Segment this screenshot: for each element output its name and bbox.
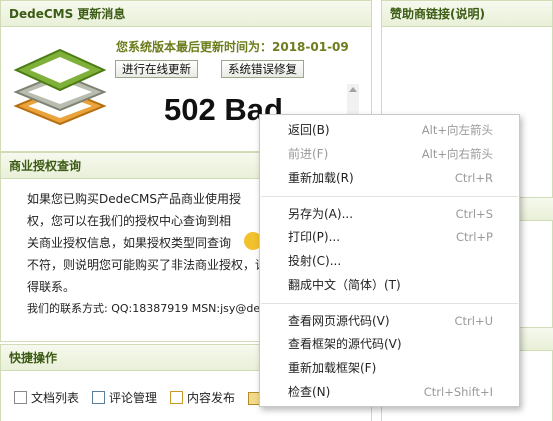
quick-doc-list-label: 文档列表: [31, 391, 80, 405]
license-line: 得联系。: [27, 280, 76, 294]
menu-translate[interactable]: 翻成中文（简体）(T): [260, 274, 519, 297]
menu-separator: [261, 303, 518, 304]
menu-print[interactable]: 打印(P)... Ctrl+P: [260, 226, 519, 249]
sponsor-panel-title: 赞助商链接(说明): [382, 1, 552, 27]
quick-content-publish[interactable]: 内容发布: [170, 389, 235, 406]
comment-icon: [92, 391, 105, 404]
license-text: 如果您已购买DedeCMS产品商业使用授 权，您可以在我们的授权中心查询到相 关…: [27, 188, 267, 320]
menu-forward[interactable]: 前进(F) Alt+向右箭头: [260, 143, 519, 166]
license-line: 关商业授权信息，如果授权类型同查询: [27, 236, 232, 250]
update-time-text: 您系统版本最后更新时间为：2018-01-09: [116, 40, 349, 54]
license-contact: 我们的联系方式: QQ:18387919 MSN:jsy@ded: [27, 302, 268, 315]
context-menu: 返回(B) Alt+向左箭头 前进(F) Alt+向右箭头 重新加载(R) Ct…: [259, 114, 520, 407]
menu-inspect[interactable]: 检查(N) Ctrl+Shift+I: [260, 381, 519, 404]
document-icon: [14, 391, 27, 404]
scroll-up-arrow-icon[interactable]: [349, 87, 357, 92]
quick-doc-list[interactable]: 文档列表: [14, 389, 79, 406]
system-fix-button[interactable]: 系统错误修复: [221, 60, 304, 78]
license-line: 权，您可以在我们的授权中心查询到相: [27, 214, 232, 228]
quick-comment-manage-label: 评论管理: [109, 391, 158, 405]
online-update-button[interactable]: 进行在线更新: [115, 60, 198, 78]
menu-separator: [261, 196, 518, 197]
menu-reload[interactable]: 重新加载(R) Ctrl+R: [260, 167, 519, 190]
quick-comment-manage[interactable]: 评论管理: [92, 389, 157, 406]
menu-save-as[interactable]: 另存为(A)... Ctrl+S: [260, 203, 519, 226]
dedecms-logo: [13, 48, 107, 126]
menu-reload-frame[interactable]: 重新加载框架(F): [260, 357, 519, 380]
menu-view-frame-source[interactable]: 查看框架的源代码(V): [260, 333, 519, 356]
license-line: 如果您已购买DedeCMS产品商业使用授: [27, 192, 241, 206]
menu-view-source[interactable]: 查看网页源代码(V) Ctrl+U: [260, 310, 519, 333]
menu-back[interactable]: 返回(B) Alt+向左箭头: [260, 119, 519, 142]
edit-icon: [170, 391, 183, 404]
quick-content-publish-label: 内容发布: [187, 391, 236, 405]
news-panel-title: DedeCMS 更新消息: [1, 1, 371, 27]
license-line: 不符，则说明您可能购买了非法商业授权，请: [27, 258, 268, 272]
menu-cast[interactable]: 投射(C)...: [260, 250, 519, 273]
